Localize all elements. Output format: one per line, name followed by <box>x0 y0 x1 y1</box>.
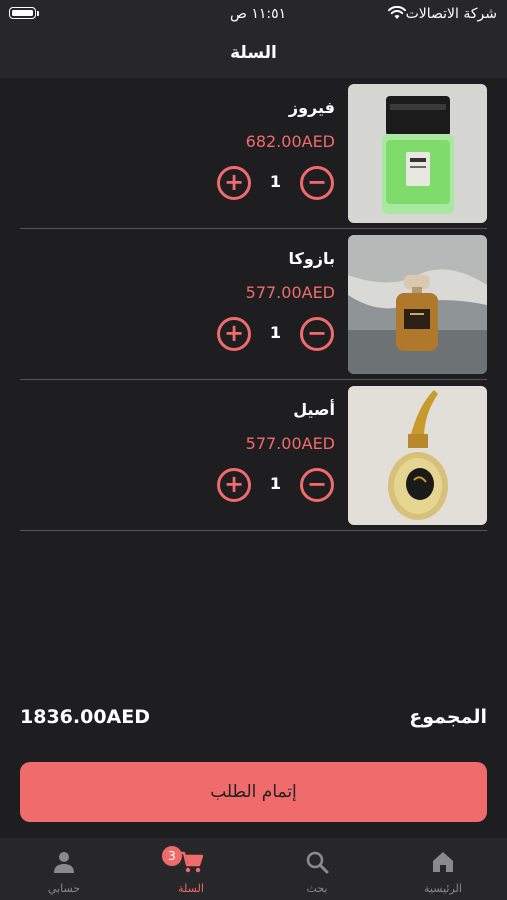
user-icon <box>54 852 74 873</box>
decrease-quantity-button[interactable]: − <box>300 317 334 351</box>
product-price: 682.00AED <box>245 132 335 151</box>
decrease-quantity-button[interactable]: − <box>300 166 334 200</box>
nav-bar: السلة <box>0 30 507 78</box>
quantity-stepper: + 1 − <box>217 166 334 200</box>
quantity-stepper: + 1 − <box>217 468 334 502</box>
total-label: المجموع <box>409 706 487 728</box>
tab-cart[interactable]: 3 السلة <box>141 838 241 900</box>
total-value: 1836.00AED <box>20 706 150 728</box>
carrier-name: شركة الاتصالات <box>405 6 497 22</box>
wifi-icon <box>388 6 406 19</box>
battery-icon <box>9 7 36 19</box>
tab-label: حسابي <box>47 882 81 895</box>
product-name[interactable]: أصيل <box>293 400 335 419</box>
checkout-button[interactable]: إتمام الطلب <box>20 762 487 822</box>
product-image[interactable] <box>348 84 487 223</box>
tab-label: السلة <box>178 882 204 895</box>
product-name[interactable]: بازوكا <box>289 249 335 268</box>
product-name[interactable]: فيروز <box>289 98 335 117</box>
status-bar: ١١:٥١ ص شركة الاتصالات <box>0 0 507 30</box>
tab-label: بحث <box>306 882 328 895</box>
product-image[interactable] <box>348 386 487 525</box>
home-icon <box>433 852 453 872</box>
cart-count-badge: 3 <box>162 846 182 866</box>
status-time: ١١:٥١ ص <box>230 6 287 22</box>
cart-item: بازوكا 577.00AED + 1 − <box>20 229 487 380</box>
quantity-value: 1 <box>269 323 282 342</box>
increase-quantity-button[interactable]: + <box>217 166 251 200</box>
quantity-stepper: + 1 − <box>217 317 334 351</box>
decrease-quantity-button[interactable]: − <box>300 468 334 502</box>
tab-bar: حسابي 3 السلة بحث الرئيسية <box>0 838 507 900</box>
increase-quantity-button[interactable]: + <box>217 468 251 502</box>
increase-quantity-button[interactable]: + <box>217 317 251 351</box>
search-icon <box>306 851 329 874</box>
product-price: 577.00AED <box>245 434 335 453</box>
cart-item: فيروز 682.00AED + 1 − <box>20 78 487 229</box>
cart-icon <box>180 851 203 873</box>
tab-home[interactable]: الرئيسية <box>393 838 493 900</box>
quantity-value: 1 <box>269 474 282 493</box>
cart-item: أصيل 577.00AED + 1 − <box>20 380 487 531</box>
tab-label: الرئيسية <box>424 882 462 895</box>
tab-search[interactable]: بحث <box>267 838 367 900</box>
quantity-value: 1 <box>269 172 282 191</box>
product-price: 577.00AED <box>245 283 335 302</box>
page-title: السلة <box>230 43 277 63</box>
product-image[interactable] <box>348 235 487 374</box>
tab-account[interactable]: حسابي <box>14 838 114 900</box>
